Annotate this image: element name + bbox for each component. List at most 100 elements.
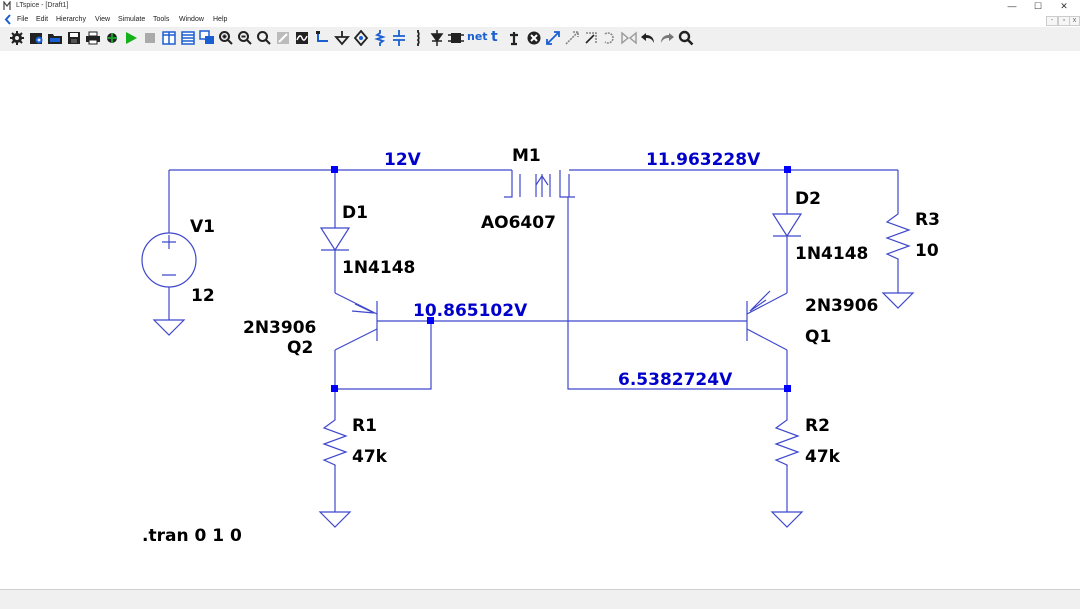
- halt-icon[interactable]: [142, 30, 158, 46]
- spice-directive-icon[interactable]: [506, 30, 522, 46]
- r3-value: 10: [915, 241, 939, 261]
- d2-value: 1N4148: [795, 244, 868, 264]
- schematic-doc-icon: [4, 14, 11, 25]
- ground-icon[interactable]: [334, 30, 350, 46]
- component-icon[interactable]: [448, 30, 464, 46]
- menu-help[interactable]: Help: [213, 15, 227, 25]
- v1-name: V1: [190, 217, 215, 237]
- menu-window[interactable]: Window: [179, 15, 204, 25]
- junction-dot: [784, 166, 791, 173]
- rotate-icon[interactable]: [583, 30, 599, 46]
- window-title: LTspice - [Draft1]: [16, 2, 69, 9]
- zoom-fit-icon[interactable]: [256, 30, 272, 46]
- junction-dot: [784, 385, 791, 392]
- maximize-button[interactable]: ☐: [1026, 0, 1050, 13]
- menu-hierarchy[interactable]: Hierarchy: [56, 15, 86, 25]
- undo-icon[interactable]: [640, 30, 656, 46]
- net-icon[interactable]: net: [467, 30, 488, 43]
- tile-vertical-icon[interactable]: [161, 30, 177, 46]
- autoscale-icon[interactable]: [294, 30, 310, 46]
- control-panel-icon[interactable]: [104, 30, 120, 46]
- close-button[interactable]: ✕: [1052, 0, 1076, 13]
- inductor-icon[interactable]: [410, 30, 426, 46]
- voltage-source-v1[interactable]: [141, 232, 197, 288]
- q1-name: Q1: [805, 327, 831, 347]
- diode-d2[interactable]: [771, 213, 803, 238]
- d1-value: 1N4148: [342, 258, 415, 278]
- redo-icon[interactable]: [659, 30, 675, 46]
- d2-name: D2: [795, 189, 821, 209]
- label-net-icon[interactable]: [353, 30, 369, 46]
- d1-name: D1: [342, 203, 368, 223]
- mirror-icon[interactable]: [602, 30, 618, 46]
- transistor-q2[interactable]: [334, 292, 378, 351]
- save-icon[interactable]: [66, 30, 82, 46]
- cascade-icon[interactable]: [199, 30, 215, 46]
- status-bar: [0, 589, 1080, 609]
- v1-value: 12: [191, 286, 215, 306]
- m1-name: M1: [512, 146, 541, 166]
- schematic-canvas[interactable]: V1 12 D1 1N4148 D2 1N4148 M1 AO6407 2N39…: [0, 51, 1080, 589]
- mosfet-m1[interactable]: [504, 170, 575, 198]
- zoom-in-icon[interactable]: [218, 30, 234, 46]
- run-icon[interactable]: [123, 30, 139, 46]
- ground-symbol[interactable]: [318, 511, 352, 528]
- minimize-button[interactable]: —: [1000, 0, 1024, 13]
- resistor-r3[interactable]: [885, 207, 911, 260]
- text-icon[interactable]: t: [491, 29, 498, 45]
- node-voltage-gate: 6.5382724V: [618, 370, 733, 390]
- flip-icon[interactable]: [621, 30, 637, 46]
- settings-icon[interactable]: [9, 30, 25, 46]
- menu-view[interactable]: View: [95, 15, 110, 25]
- capacitor-icon[interactable]: [391, 30, 407, 46]
- zoom-out-icon[interactable]: [237, 30, 253, 46]
- toolbar: net t: [0, 27, 1080, 52]
- diode-icon[interactable]: [429, 30, 445, 46]
- r1-value: 47k: [352, 447, 388, 467]
- menu-edit[interactable]: Edit: [36, 15, 48, 25]
- m1-value: AO6407: [481, 213, 556, 233]
- r2-name: R2: [805, 416, 830, 436]
- ground-symbol[interactable]: [770, 511, 804, 528]
- menu-tools[interactable]: Tools: [153, 15, 169, 25]
- node-voltage-drain: 11.963228V: [646, 150, 761, 170]
- open-schematic-icon[interactable]: [28, 30, 44, 46]
- ground-symbol[interactable]: [152, 319, 186, 336]
- delete-icon[interactable]: [526, 30, 542, 46]
- resistor-icon[interactable]: [372, 30, 388, 46]
- ground-symbol[interactable]: [881, 292, 915, 309]
- transistor-q1[interactable]: [746, 290, 788, 351]
- find-icon[interactable]: [678, 30, 694, 46]
- wire: [335, 321, 432, 390]
- menu-file[interactable]: File: [17, 15, 28, 25]
- tile-horizontal-icon[interactable]: [180, 30, 196, 46]
- print-icon[interactable]: [85, 30, 101, 46]
- title-bar: LTspice - [Draft1] — ☐ ✕: [0, 0, 1080, 13]
- zoom-full-icon[interactable]: [275, 30, 291, 46]
- doc-minimize-button[interactable]: -: [1046, 16, 1058, 26]
- diode-d1[interactable]: [319, 227, 351, 252]
- r3-name: R3: [915, 210, 940, 230]
- schematic-drawing: V1 12 D1 1N4148 D2 1N4148 M1 AO6407 2N39…: [141, 146, 940, 546]
- spice-directive[interactable]: .tran 0 1 0: [142, 526, 242, 546]
- wire-icon[interactable]: [315, 30, 331, 46]
- junctions: [331, 166, 791, 392]
- doc-close-button[interactable]: x: [1069, 16, 1080, 26]
- r2-value: 47k: [805, 447, 841, 467]
- menu-bar: File Edit Hierarchy View Simulate Tools …: [0, 13, 1080, 27]
- menu-simulate[interactable]: Simulate: [118, 15, 145, 25]
- q2-value: 2N3906: [243, 318, 316, 338]
- drag-icon[interactable]: [564, 30, 580, 46]
- node-voltage-base: 10.865102V: [413, 301, 528, 321]
- r1-name: R1: [352, 416, 377, 436]
- q2-name: Q2: [287, 338, 313, 358]
- node-voltage-supply: 12V: [384, 150, 422, 170]
- move-icon[interactable]: [545, 30, 561, 46]
- wire: [567, 197, 787, 390]
- junction-dot: [331, 385, 338, 392]
- junction-dot: [331, 166, 338, 173]
- resistor-r2[interactable]: [774, 413, 800, 466]
- q1-value: 2N3906: [805, 296, 878, 316]
- open-folder-icon[interactable]: [47, 30, 63, 46]
- resistor-r1[interactable]: [322, 413, 348, 466]
